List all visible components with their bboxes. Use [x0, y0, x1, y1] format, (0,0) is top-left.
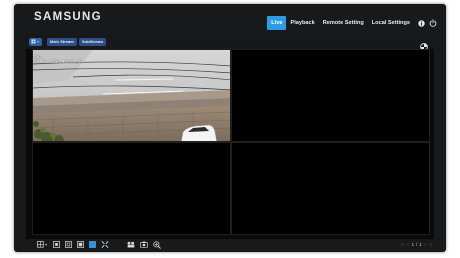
samsung-logo: SAMSUNG [34, 11, 102, 23]
open-all-icon[interactable] [52, 239, 60, 250]
app-window: SAMSUNG Live Playback Remote Setting Loc… [14, 4, 446, 252]
grid-layout-icon [31, 39, 40, 44]
pager-next-button[interactable]: > [424, 242, 427, 247]
pager-total: 1 [419, 242, 422, 247]
nav-live[interactable]: Live [267, 16, 287, 30]
pager-first-button[interactable]: |< [401, 242, 405, 247]
nav-local-settings[interactable]: Local Settings [368, 16, 414, 30]
video-grid: CH1 03-26-2016 16:31:23 [32, 49, 430, 235]
stream-toggle-icon[interactable] [76, 239, 84, 250]
pager-separator: / [416, 242, 418, 247]
close-all-icon[interactable] [64, 239, 72, 250]
live-view-panel: Main Stream SubStream CH1 03-26-2016 16:… [26, 35, 434, 239]
live-toolbar: |< < 1 / 1 > >| [26, 239, 434, 250]
power-icon[interactable] [428, 16, 438, 30]
osd-timestamp: 03-26-2016 16:31:23 [34, 60, 83, 65]
main-stream-button[interactable]: Main Stream [47, 38, 77, 46]
fullscreen-icon[interactable] [100, 239, 109, 250]
zoom-icon[interactable] [152, 239, 161, 250]
pie-icon[interactable] [420, 38, 428, 51]
active-layout-icon[interactable] [88, 239, 96, 250]
ptz-icon[interactable] [126, 239, 135, 250]
video-osd: CH1 03-26-2016 16:31:23 [34, 55, 154, 65]
capture-icon[interactable] [139, 239, 148, 250]
channel-pager: |< < 1 / 1 > >| [401, 239, 432, 250]
top-navigation-bar: SAMSUNG Live Playback Remote Setting Loc… [14, 4, 446, 34]
layout-button[interactable] [29, 38, 42, 46]
pager-last-button[interactable]: >| [428, 242, 432, 247]
video-channel-3[interactable] [32, 142, 231, 235]
nav-playback[interactable]: Playback [286, 16, 318, 30]
pager-current: 1 [411, 242, 415, 247]
video-channel-4[interactable] [231, 142, 430, 235]
info-icon[interactable] [416, 16, 426, 30]
layout-dropdown-icon[interactable] [36, 239, 48, 250]
video-channel-1[interactable]: CH1 03-26-2016 16:31:23 [32, 49, 231, 142]
sub-stream-button[interactable]: SubStream [79, 38, 107, 46]
stream-bar: Main Stream SubStream [26, 35, 434, 51]
video-channel-2[interactable] [231, 49, 430, 142]
pager-prev-button[interactable]: < [407, 242, 410, 247]
nav-remote-setting[interactable]: Remote Setting [319, 16, 368, 30]
main-nav: Live Playback Remote Setting Local Setti… [267, 16, 438, 30]
